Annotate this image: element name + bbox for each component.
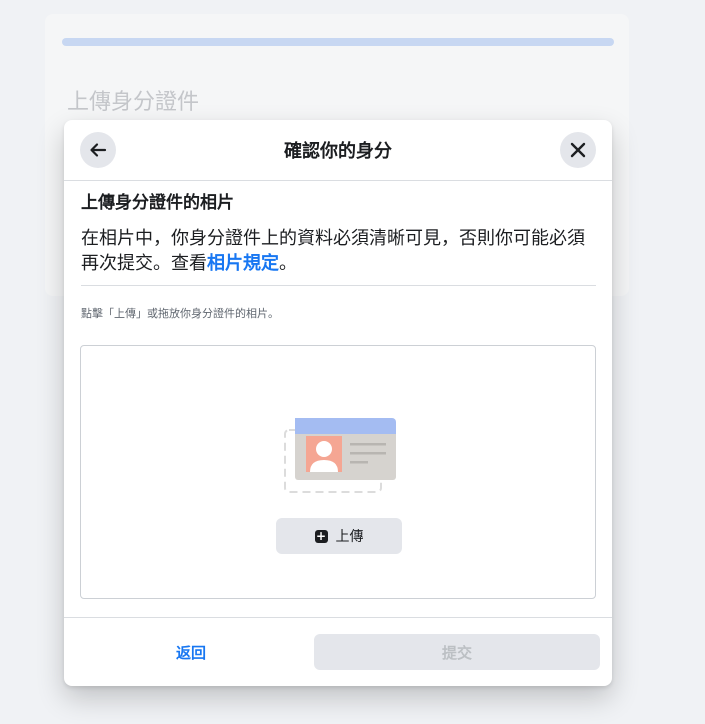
photo-requirements-link[interactable]: 相片規定 xyxy=(207,253,279,274)
photo-dropzone[interactable]: + 上傳 xyxy=(80,345,596,599)
description: 在相片中，你身分證件上的資料必須清晰可見，否則你可能必須再次提交。查看相片規定。 xyxy=(81,226,596,276)
submit-button[interactable]: 提交 xyxy=(314,634,600,670)
upload-button[interactable]: + 上傳 xyxy=(276,518,402,554)
id-card-illustration xyxy=(284,418,396,493)
close-icon xyxy=(570,142,586,158)
description-end: 。 xyxy=(279,253,297,274)
upload-label: 上傳 xyxy=(335,529,364,545)
close-button[interactable] xyxy=(560,132,596,168)
footer-back-button[interactable]: 返回 xyxy=(64,634,318,670)
upload-hint: 點擊「上傳」或拖放你身分證件的相片。 xyxy=(81,307,279,320)
section-title: 上傳身分證件的相片 xyxy=(81,193,234,213)
dialog-footer: 返回 提交 xyxy=(64,617,612,687)
background-title: 上傳身分證件 xyxy=(67,90,200,115)
plus-square-icon: + xyxy=(314,528,328,543)
progress-bar xyxy=(62,38,614,46)
dialog-content: 上傳身分證件的相片 在相片中，你身分證件上的資料必須清晰可見，否則你可能必須再次… xyxy=(81,192,596,276)
dialog-header: 確認你的身分 xyxy=(64,120,612,181)
verify-identity-dialog: 確認你的身分 上傳身分證件的相片 在相片中，你身分證件上的資料必須清晰可見，否則… xyxy=(64,120,612,686)
description-text: 在相片中，你身分證件上的資料必須清晰可見，否則你可能必須再次提交。查看 xyxy=(81,228,585,274)
divider xyxy=(81,285,596,286)
dialog-title: 確認你的身分 xyxy=(284,141,392,162)
